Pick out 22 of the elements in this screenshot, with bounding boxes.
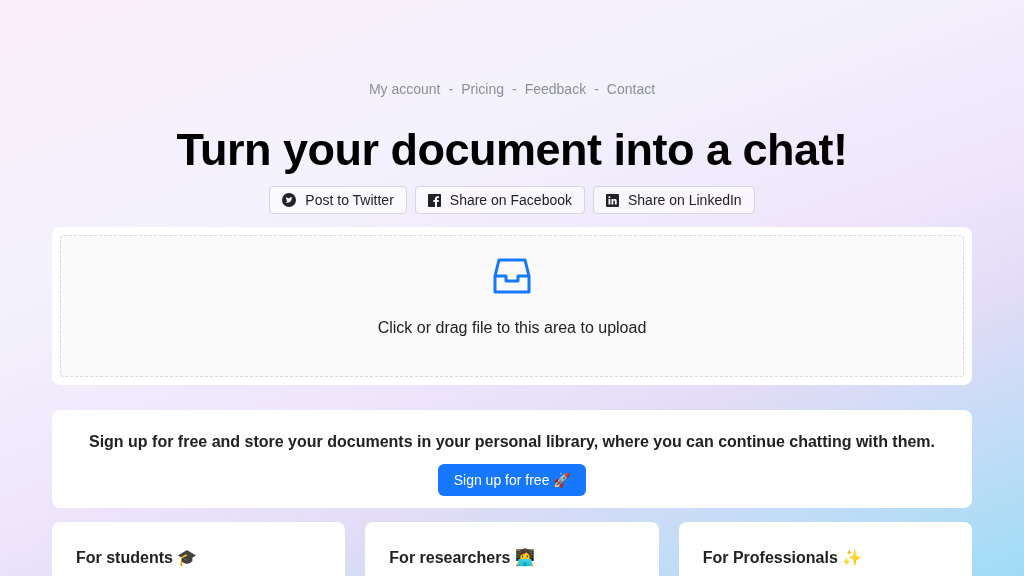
signup-message: Sign up for free and store your documents in your personal library, where you can continue chatting with them. <box>88 432 935 452</box>
card-title: For researchers 👩‍💻 <box>389 547 536 569</box>
page-title: Turn your document into a chat! <box>176 124 848 176</box>
inbox-icon <box>493 256 531 296</box>
share-button[interactable]: Share on LinkedIn <box>593 186 755 214</box>
upload-drop-zone[interactable]: Click or drag file to this area to upload <box>60 235 964 377</box>
card-title: For Professionals ✨ <box>702 548 864 568</box>
nav-link[interactable]: Feedback <box>524 78 587 100</box>
upload-instruction: Click or drag file to this area to upload <box>377 318 647 338</box>
nav-link[interactable]: Contact <box>606 78 656 100</box>
share-button[interactable]: Post to Twitter <box>269 186 407 214</box>
linkedin-icon <box>606 193 619 207</box>
bird-icon <box>282 193 297 207</box>
signup-button[interactable]: Sign up for free 🚀 <box>437 464 587 496</box>
nav-link[interactable]: My account <box>368 78 441 100</box>
nav-separator: - <box>448 79 454 99</box>
nav-link[interactable]: Pricing <box>461 78 504 100</box>
card-title: For students 🎓 <box>76 548 199 568</box>
share-button[interactable]: Share on Facebook <box>414 186 585 214</box>
facebook-icon <box>427 193 441 207</box>
nav-separator: - <box>594 79 599 99</box>
nav-separator: - <box>512 79 517 99</box>
